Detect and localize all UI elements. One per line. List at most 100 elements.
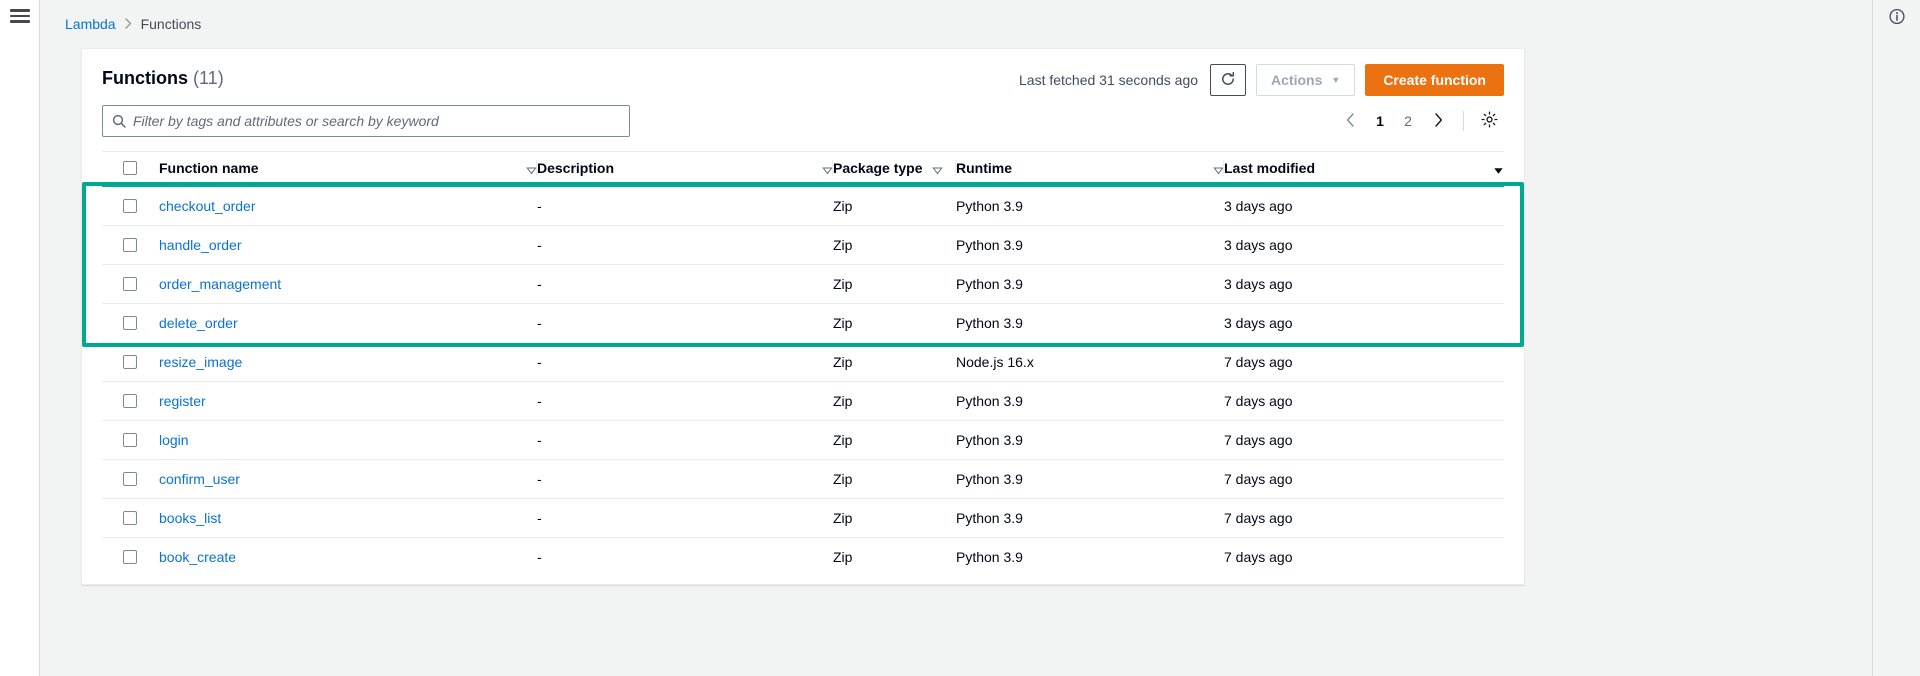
column-header-description[interactable]: Description <box>537 151 833 187</box>
select-all-checkbox[interactable] <box>123 161 137 175</box>
cell-function-name: login <box>159 420 537 460</box>
function-name-link[interactable]: handle_order <box>159 237 242 253</box>
function-name-link[interactable]: delete_order <box>159 315 238 331</box>
function-name-link[interactable]: resize_image <box>159 354 242 370</box>
search-input[interactable] <box>103 106 629 136</box>
breadcrumb-lambda[interactable]: Lambda <box>65 16 116 32</box>
cell-description: - <box>537 381 833 421</box>
cell-package-type: Zip <box>833 264 956 304</box>
row-checkbox[interactable] <box>123 238 137 252</box>
table-preferences-button[interactable] <box>1474 106 1504 136</box>
cell-runtime: Python 3.9 <box>956 420 1224 460</box>
table-row[interactable]: checkout_order - Zip Python 3.9 3 days ago <box>102 186 1504 226</box>
function-name-link[interactable]: login <box>159 432 189 448</box>
row-checkbox[interactable] <box>123 550 137 564</box>
info-circle-icon[interactable] <box>1888 8 1905 25</box>
cell-runtime: Python 3.9 <box>956 381 1224 421</box>
row-select-cell <box>102 538 159 577</box>
cell-last-modified: 7 days ago <box>1224 381 1504 421</box>
page-body: Lambda Functions Functions (11) Last fet… <box>40 0 1920 676</box>
row-checkbox[interactable] <box>123 433 137 447</box>
row-checkbox[interactable] <box>123 394 137 408</box>
table-body: checkout_order - Zip Python 3.9 3 days ago ha… <box>102 186 1504 576</box>
cell-runtime: Python 3.9 <box>956 303 1224 343</box>
column-header-function-name[interactable]: Function name <box>159 151 537 187</box>
cell-runtime: Python 3.9 <box>956 459 1224 499</box>
column-label: Function name <box>159 160 259 176</box>
cell-runtime: Node.js 16.x <box>956 342 1224 382</box>
cell-function-name: order_management <box>159 264 537 304</box>
column-label: Package type <box>833 160 923 176</box>
row-checkbox[interactable] <box>123 472 137 486</box>
row-checkbox[interactable] <box>123 511 137 525</box>
row-checkbox[interactable] <box>123 355 137 369</box>
pagination-page-2[interactable]: 2 <box>1395 106 1421 136</box>
column-header-runtime[interactable]: Runtime <box>956 151 1224 187</box>
cell-last-modified: 7 days ago <box>1224 459 1504 499</box>
create-function-button[interactable]: Create function <box>1365 64 1504 96</box>
column-label: Description <box>537 160 615 176</box>
table-row[interactable]: confirm_user - Zip Python 3.9 7 days ago <box>102 459 1504 499</box>
row-select-cell <box>102 264 159 304</box>
row-select-cell <box>102 420 159 460</box>
function-name-link[interactable]: books_list <box>159 510 221 526</box>
search-box[interactable] <box>102 105 630 137</box>
cell-package-type: Zip <box>833 549 853 565</box>
column-header-package-type[interactable]: Package type <box>833 151 956 187</box>
pagination: 1 2 <box>1335 106 1504 136</box>
cell-function-name: book_create <box>159 538 537 577</box>
pagination-prev-button[interactable] <box>1335 106 1365 136</box>
cell-package-type: Zip <box>833 186 956 226</box>
cell-function-name: handle_order <box>159 225 537 265</box>
function-name-link[interactable]: checkout_order <box>159 198 256 214</box>
left-rail <box>0 0 40 676</box>
cell-description: - <box>537 459 833 499</box>
table-row[interactable]: register - Zip Python 3.9 7 days ago <box>102 381 1504 421</box>
function-name-link[interactable]: book_create <box>159 549 236 565</box>
cell-description: - <box>537 549 542 565</box>
function-name-link[interactable]: confirm_user <box>159 471 240 487</box>
refresh-icon <box>1220 71 1236 90</box>
cell-last-modified: 7 days ago <box>1224 342 1504 382</box>
breadcrumb-functions: Functions <box>140 16 202 32</box>
refresh-button[interactable] <box>1210 64 1247 96</box>
cell-description: - <box>537 225 833 265</box>
chevron-left-icon <box>1346 112 1355 130</box>
pagination-page-1[interactable]: 1 <box>1367 106 1393 136</box>
cell-last-modified: 3 days ago <box>1224 186 1504 226</box>
table-row[interactable]: resize_image - Zip Node.js 16.x 7 days ago <box>102 342 1504 382</box>
table-row[interactable]: login - Zip Python 3.9 7 days ago <box>102 420 1504 460</box>
table-row[interactable]: order_management - Zip Python 3.9 3 days ago <box>102 264 1504 304</box>
function-name-link[interactable]: order_management <box>159 276 281 292</box>
table-row[interactable]: handle_order - Zip Python 3.9 3 days ago <box>102 225 1504 265</box>
cell-last-modified: 3 days ago <box>1224 264 1504 304</box>
cell-last-modified: 7 days ago <box>1224 498 1504 538</box>
row-checkbox[interactable] <box>123 316 137 330</box>
chevron-down-icon: ▼ <box>1331 74 1341 85</box>
pagination-next-button[interactable] <box>1423 106 1453 136</box>
cell-description: - <box>537 303 833 343</box>
gear-icon <box>1480 111 1498 131</box>
page-content: Lambda Functions Functions (11) Last fet… <box>40 0 1920 585</box>
hamburger-icon[interactable] <box>9 9 30 23</box>
column-header-last-modified[interactable]: Last modified <box>1224 151 1504 187</box>
functions-count: (11) <box>193 68 224 88</box>
cell-function-name: resize_image <box>159 342 537 382</box>
row-checkbox[interactable] <box>123 199 137 213</box>
row-select-cell <box>102 186 159 226</box>
actions-button[interactable]: Actions ▼ <box>1256 64 1356 96</box>
row-checkbox[interactable] <box>123 277 137 291</box>
table-row[interactable]: delete_order - Zip Python 3.9 3 days ago <box>102 303 1504 343</box>
table-header: Function name Description Package type R… <box>102 151 1504 187</box>
column-label: Runtime <box>956 160 1012 176</box>
cell-package-type: Zip <box>833 342 956 382</box>
page-title-text: Functions <box>102 68 188 88</box>
table-row[interactable]: book_create - Zip Python 3.9 7 days ago <box>102 538 1504 577</box>
cell-description: - <box>537 186 833 226</box>
cell-package-type: Zip <box>833 498 956 538</box>
table-row[interactable]: books_list - Zip Python 3.9 7 days ago <box>102 498 1504 538</box>
filter-row: 1 2 <box>82 96 1524 151</box>
function-name-link[interactable]: register <box>159 393 206 409</box>
row-select-cell <box>102 498 159 538</box>
row-select-cell <box>102 225 159 265</box>
